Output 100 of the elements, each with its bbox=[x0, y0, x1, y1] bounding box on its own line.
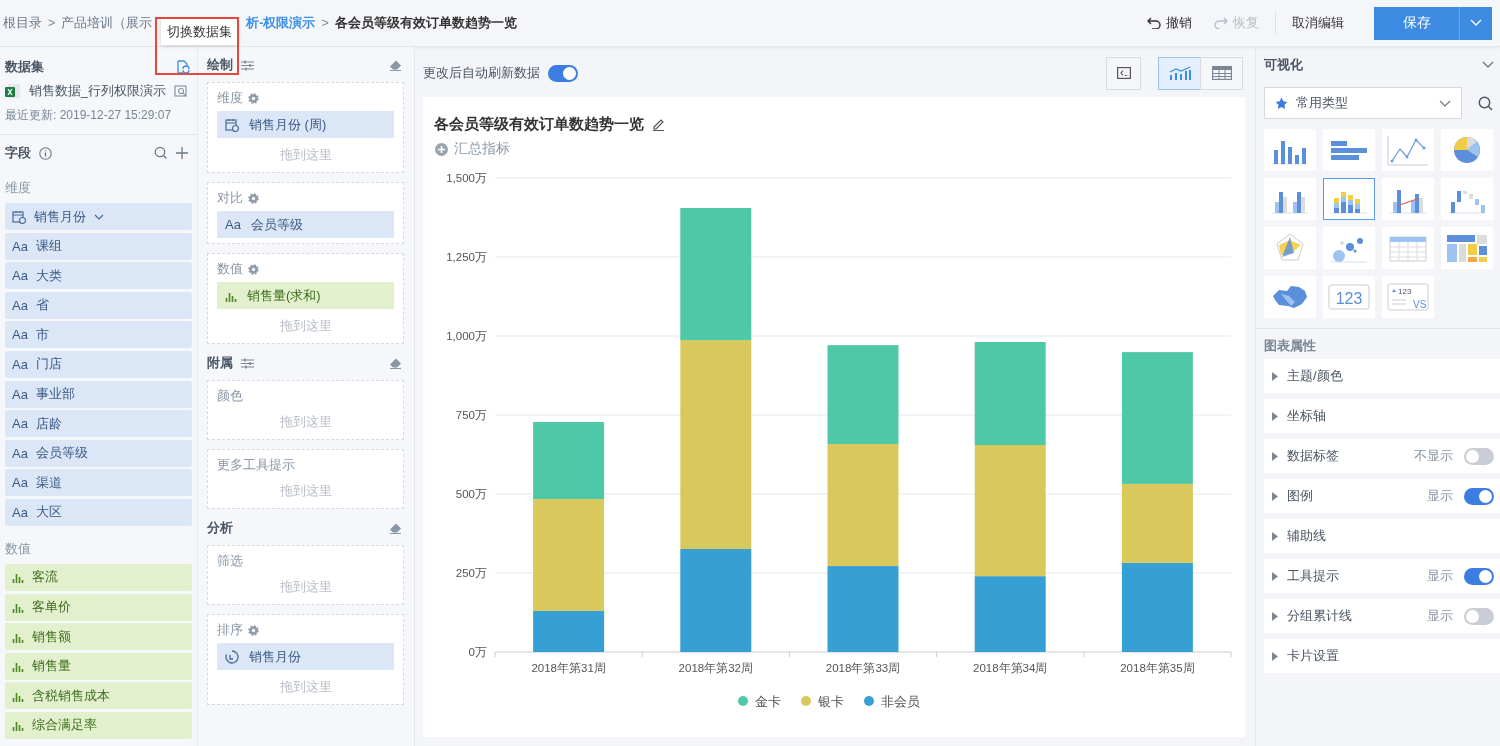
field-item[interactable]: Aa 大类 bbox=[5, 262, 192, 290]
toggle-switch[interactable] bbox=[1464, 447, 1494, 465]
field-chip[interactable]: Aa 会员等级 bbox=[217, 211, 394, 238]
property-row[interactable]: 主题/颜色 bbox=[1264, 359, 1500, 393]
property-label: 辅助线 bbox=[1287, 527, 1326, 545]
property-row[interactable]: 图例 显示 bbox=[1264, 479, 1500, 513]
property-row[interactable]: 卡片设置 bbox=[1264, 639, 1500, 673]
breadcrumb-link[interactable]: 产品培训（展示 bbox=[61, 14, 153, 32]
bar-segment[interactable] bbox=[533, 610, 605, 652]
field-item[interactable]: 客单价 bbox=[5, 593, 192, 621]
y-axis-label: 0万 bbox=[468, 646, 487, 658]
field-chip[interactable]: 销售量(求和) bbox=[217, 282, 394, 309]
field-item[interactable]: Aa 事业部 bbox=[5, 380, 192, 408]
switch-dataset-icon[interactable] bbox=[176, 60, 190, 74]
field-item[interactable]: Aa 门店 bbox=[5, 350, 192, 378]
chevron-down-icon[interactable] bbox=[1482, 61, 1494, 69]
search-icon[interactable] bbox=[154, 146, 168, 160]
property-row[interactable]: 工具提示 显示 bbox=[1264, 559, 1500, 593]
eraser-icon[interactable] bbox=[389, 59, 402, 71]
field-item[interactable]: 客流 bbox=[5, 563, 192, 591]
search-icon[interactable] bbox=[1478, 95, 1493, 111]
field-item[interactable]: Aa 渠道 bbox=[5, 469, 192, 497]
bar-chart-icon bbox=[12, 719, 24, 732]
property-row[interactable]: 辅助线 bbox=[1264, 519, 1500, 553]
field-item[interactable]: Aa 大区 bbox=[5, 498, 192, 526]
breadcrumb-current: 各会员等级有效订单数趋势一览 bbox=[334, 14, 517, 32]
legend-item[interactable]: 非会员 bbox=[864, 695, 920, 709]
field-item[interactable]: 综合满足率 bbox=[5, 711, 192, 739]
breadcrumb-link[interactable]: 析-权限演示 bbox=[246, 14, 316, 32]
bar-segment[interactable] bbox=[1121, 562, 1193, 652]
field-item[interactable]: 销售月份 bbox=[5, 203, 192, 230]
sliders-icon[interactable] bbox=[241, 357, 254, 369]
breadcrumb-link[interactable]: 根目录 bbox=[3, 14, 42, 32]
auto-refresh-toggle[interactable] bbox=[548, 64, 578, 82]
view-toggle-button[interactable] bbox=[1106, 56, 1141, 90]
field-item[interactable]: 销售量 bbox=[5, 652, 192, 680]
panel-title: 可视化 bbox=[1264, 56, 1303, 74]
preview-icon[interactable] bbox=[173, 84, 188, 98]
field-chip[interactable]: 销售月份 bbox=[217, 643, 394, 670]
legend-item[interactable]: 金卡 bbox=[738, 695, 781, 709]
bar-segment[interactable] bbox=[533, 421, 605, 500]
field-item[interactable]: Aa 市 bbox=[5, 321, 192, 349]
drop-zone[interactable]: 维度 销售月份 (周) 拖到这里 bbox=[207, 82, 404, 173]
chart-type-button[interactable]: 123 bbox=[1323, 276, 1375, 318]
field-item[interactable]: Aa 课组 bbox=[5, 232, 192, 260]
add-icon[interactable] bbox=[176, 147, 188, 159]
toggle-switch[interactable] bbox=[1464, 567, 1494, 585]
drop-zone[interactable]: 对比 Aa 会员等级 bbox=[207, 182, 404, 244]
property-row[interactable]: 数据标签 不显示 bbox=[1264, 439, 1500, 473]
edit-icon[interactable] bbox=[652, 118, 665, 131]
sliders-icon[interactable] bbox=[241, 59, 254, 71]
gear-icon[interactable] bbox=[248, 625, 259, 636]
bar-segment[interactable] bbox=[827, 345, 899, 445]
property-row[interactable]: 坐标轴 bbox=[1264, 399, 1500, 433]
gear-icon[interactable] bbox=[248, 193, 259, 204]
legend-label: 非会员 bbox=[881, 695, 920, 709]
undo-button[interactable]: 撤销 bbox=[1147, 14, 1192, 32]
field-item[interactable]: Aa 会员等级 bbox=[5, 439, 192, 467]
toggle-caption: 不显示 bbox=[1414, 447, 1453, 465]
drop-hint: 拖到这里 bbox=[278, 579, 333, 596]
field-item[interactable]: Aa 省 bbox=[5, 291, 192, 319]
chevron-down-icon[interactable] bbox=[94, 213, 104, 220]
gear-icon[interactable] bbox=[248, 264, 259, 275]
drop-zone[interactable]: 颜色 拖到这里 bbox=[207, 380, 404, 440]
field-item[interactable]: 销售额 bbox=[5, 623, 192, 651]
field-item[interactable]: 含税销售成本 bbox=[5, 682, 192, 710]
save-options-button[interactable] bbox=[1459, 6, 1492, 40]
y-axis-label: 1,250万 bbox=[446, 251, 487, 263]
view-toggle-button[interactable] bbox=[1200, 56, 1243, 90]
summary-metric-link[interactable]: 汇总指标 bbox=[454, 140, 510, 158]
add-circle-icon[interactable] bbox=[435, 142, 448, 156]
legend-item[interactable]: 银卡 bbox=[801, 695, 844, 709]
x-axis-label: 2018年第35周 bbox=[1120, 662, 1195, 674]
eraser-icon[interactable] bbox=[389, 357, 402, 369]
property-label: 工具提示 bbox=[1287, 567, 1339, 585]
field-chip[interactable]: 销售月份 (周) bbox=[217, 111, 394, 138]
sort-icon bbox=[225, 649, 239, 664]
toggle-switch[interactable] bbox=[1464, 607, 1494, 625]
drop-zone[interactable]: 筛选 拖到这里 bbox=[207, 545, 404, 605]
save-button[interactable]: 保存 bbox=[1374, 6, 1459, 40]
eraser-icon[interactable] bbox=[389, 522, 402, 534]
drop-zone[interactable]: 排序 销售月份 拖到这里 bbox=[207, 614, 404, 705]
expand-arrow-icon bbox=[1272, 611, 1278, 621]
chart-category-select[interactable]: 常用类型 bbox=[1264, 87, 1462, 119]
dataset-name[interactable]: 销售数据_行列权限演示 bbox=[29, 82, 166, 100]
chart-type-button[interactable]: 123 VS bbox=[1382, 276, 1434, 318]
view-toggle-button[interactable] bbox=[1158, 56, 1201, 90]
drop-zone[interactable]: 数值 销售量(求和) 拖到这里 bbox=[207, 253, 404, 344]
cancel-edit-button[interactable]: 取消编辑 bbox=[1292, 14, 1344, 32]
field-item[interactable]: Aa 店龄 bbox=[5, 410, 192, 438]
drop-hint: 拖到这里 bbox=[278, 318, 333, 335]
bar-segment[interactable] bbox=[827, 566, 899, 652]
chart-type-button[interactable] bbox=[1323, 178, 1375, 220]
toggle-switch[interactable] bbox=[1464, 487, 1494, 505]
field-label: 门店 bbox=[35, 355, 62, 374]
info-icon bbox=[39, 146, 52, 160]
gear-icon[interactable] bbox=[248, 93, 259, 104]
property-row[interactable]: 分组累计线 显示 bbox=[1264, 599, 1500, 633]
field-label: 市 bbox=[35, 325, 49, 344]
drop-zone[interactable]: 更多工具提示 拖到这里 bbox=[207, 449, 404, 509]
